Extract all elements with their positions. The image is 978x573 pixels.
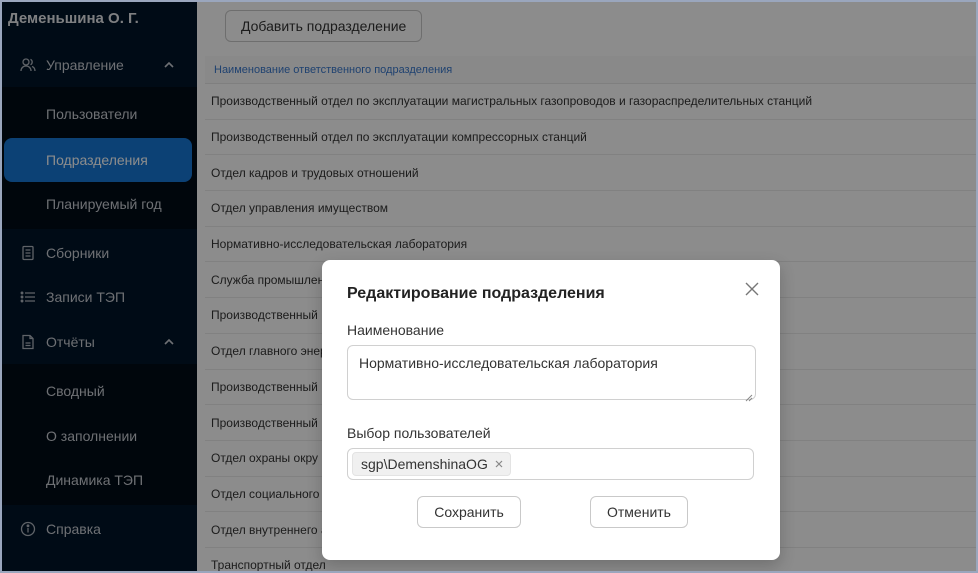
edit-department-dialog: Редактирование подразделения Наименовани… [322,260,780,560]
user-tag: sgp\DemenshinaOG [352,452,511,476]
resize-handle-icon[interactable] [745,389,753,402]
users-select[interactable]: sgp\DemenshinaOG [347,448,754,480]
close-icon[interactable] [742,279,762,299]
department-name-input[interactable]: Нормативно-исследовательская лаборатория [347,345,756,402]
remove-tag-icon[interactable] [494,459,504,469]
cancel-button[interactable]: Отменить [590,496,688,528]
users-label: Выбор пользователей [347,425,491,441]
save-button[interactable]: Сохранить [417,496,521,528]
dialog-title: Редактирование подразделения [347,285,605,302]
department-name-value: Нормативно-исследовательская лаборатория [359,355,658,371]
name-label: Наименование [347,322,445,338]
user-tag-label: sgp\DemenshinaOG [361,456,488,472]
app-window: Деменьшина О. Г. Управление Пользователи… [2,2,976,571]
